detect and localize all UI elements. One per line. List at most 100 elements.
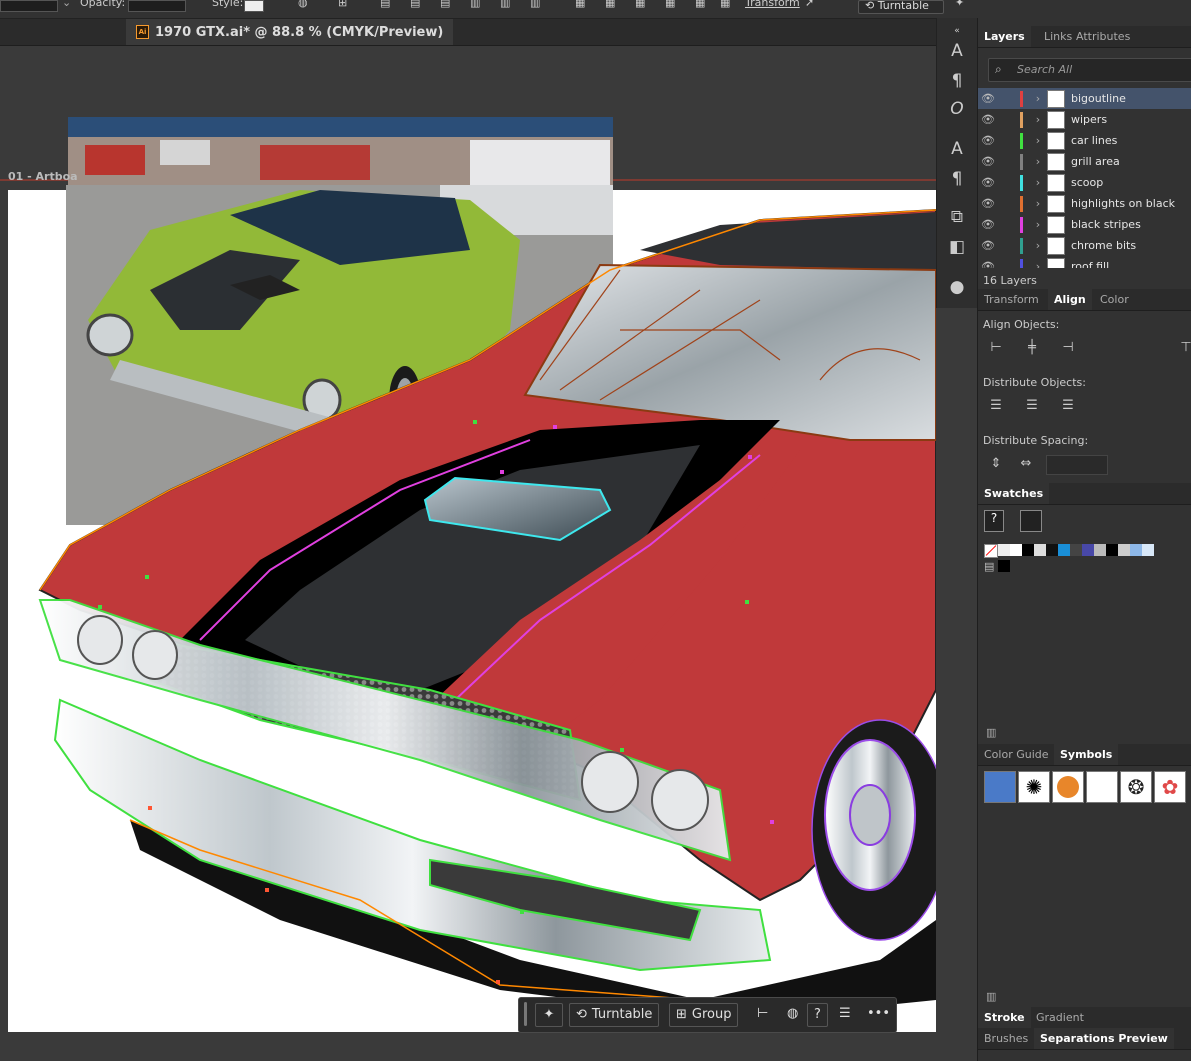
document-tab[interactable]: Ai 1970 GTX.ai* @ 88.8 % (CMYK/Preview) — [126, 19, 454, 45]
distribute-icon[interactable]: ▦ — [720, 0, 730, 9]
layer-row[interactable]: 👁 › roof fill — [978, 256, 1191, 268]
tab-stroke[interactable]: Stroke — [978, 1007, 1031, 1028]
align-left-icon[interactable]: ▤ — [380, 0, 390, 9]
swatch[interactable] — [1130, 544, 1142, 556]
layer-row[interactable]: 👁 › black stripes — [978, 214, 1191, 235]
visibility-eye-icon[interactable]: 👁 — [978, 239, 998, 252]
symbol-flower-icon[interactable]: ✿ — [1154, 771, 1186, 803]
style-swatch[interactable] — [244, 0, 264, 12]
character-styles-icon[interactable]: A — [945, 138, 969, 160]
expand-chevron-icon[interactable]: › — [1029, 113, 1047, 126]
folder-icon[interactable]: ▤ — [984, 560, 994, 573]
swatch[interactable] — [1118, 544, 1130, 556]
tab-align[interactable]: Align — [1048, 289, 1092, 310]
tab-brushes[interactable]: Brushes — [978, 1028, 1034, 1049]
visibility-eye-icon[interactable]: 👁 — [978, 176, 998, 189]
expand-chevron-icon[interactable]: › — [1029, 239, 1047, 252]
visibility-eye-icon[interactable]: 👁 — [978, 113, 998, 126]
align-right-icon[interactable]: ▤ — [440, 0, 450, 9]
layers-search[interactable]: ⌕ Search All — [988, 58, 1191, 82]
fill-stroke-icon[interactable]: ? — [984, 510, 1004, 532]
align-bottom-icon[interactable]: ▥ — [530, 0, 540, 9]
visibility-eye-icon[interactable]: 👁 — [978, 197, 998, 210]
align-icon[interactable]: ⊢ — [751, 1003, 774, 1025]
tab-color[interactable]: Color — [1094, 289, 1135, 310]
align-right-icon[interactable]: ⊣ — [1058, 338, 1078, 358]
swatch[interactable] — [1058, 544, 1070, 556]
expand-chevron-icon[interactable]: › — [1029, 218, 1047, 231]
paragraph-styles-icon[interactable]: ¶ — [945, 168, 969, 190]
align-left-icon[interactable]: ⊢ — [986, 338, 1006, 358]
help-button[interactable]: ? — [807, 1003, 828, 1027]
collapse-icon[interactable]: « — [945, 20, 969, 42]
symbol-libraries-icon[interactable]: ▥ — [986, 990, 996, 1003]
symbol-blue-banner-icon[interactable] — [984, 771, 1016, 803]
tab-swatches[interactable]: Swatches — [978, 483, 1050, 504]
swatch[interactable] — [1142, 544, 1154, 556]
visibility-eye-icon[interactable]: 👁 — [978, 92, 998, 105]
tab-separations-preview[interactable]: Separations Preview — [1034, 1028, 1174, 1049]
expand-chevron-icon[interactable]: › — [1029, 134, 1047, 147]
search-input[interactable]: Search All — [1017, 63, 1072, 76]
align-center-icon[interactable]: ▤ — [410, 0, 420, 9]
swatch[interactable] — [1034, 544, 1046, 556]
artwork[interactable] — [0, 46, 936, 1061]
opacity-input[interactable] — [128, 0, 186, 12]
layer-row[interactable]: 👁 › chrome bits — [978, 235, 1191, 256]
swatch[interactable] — [1106, 544, 1118, 556]
group-button[interactable]: ⊞ Group — [669, 1003, 739, 1027]
swatch[interactable] — [1070, 544, 1082, 556]
distribute-top-icon[interactable]: ☰ — [986, 396, 1006, 416]
recolor-icon[interactable]: ✦ — [535, 1003, 563, 1027]
distribute-bottom-icon[interactable]: ☰ — [1058, 396, 1078, 416]
swatch[interactable] — [1094, 544, 1106, 556]
paragraph-icon[interactable]: ¶ — [945, 70, 969, 92]
star-cursor-icon[interactable]: ✦ — [955, 0, 964, 9]
align-top-icon[interactable]: ⊤ — [1176, 338, 1191, 358]
align-hcenter-icon[interactable]: ╪ — [1022, 338, 1042, 358]
distribute-icon[interactable]: ▦ — [695, 0, 705, 9]
expand-chevron-icon[interactable]: › — [1029, 197, 1047, 210]
layer-row[interactable]: 👁 › car lines — [978, 130, 1191, 151]
distribute-icon[interactable]: ▦ — [605, 0, 615, 9]
distribute-icon[interactable]: ▦ — [635, 0, 645, 9]
expand-chevron-icon[interactable]: › — [1029, 176, 1047, 189]
swatch[interactable] — [1046, 544, 1058, 556]
swatch[interactable] — [1082, 544, 1094, 556]
distribute-vcenter-icon[interactable]: ☰ — [1022, 396, 1042, 416]
transparency-icon[interactable]: ◧ — [945, 236, 969, 258]
layer-row[interactable]: 👁 › grill area — [978, 151, 1191, 172]
globe-icon[interactable]: ◍ — [781, 1003, 804, 1025]
visibility-eye-icon[interactable]: 👁 — [978, 260, 998, 268]
tab-gradient[interactable]: Gradient — [1030, 1007, 1090, 1028]
character-icon[interactable]: A — [945, 40, 969, 62]
symbol-grunge-icon[interactable] — [1086, 771, 1118, 803]
symbol-splatter-icon[interactable]: ✺ — [1018, 771, 1050, 803]
layer-row[interactable]: 👁 › highlights on black — [978, 193, 1191, 214]
black-swatch[interactable] — [1022, 544, 1034, 556]
distribute-hspace-icon[interactable]: ⇔ — [1016, 454, 1036, 474]
opentype-icon[interactable]: O — [945, 98, 969, 120]
align-middle-icon[interactable]: ▥ — [500, 0, 510, 9]
expand-chevron-icon[interactable]: › — [1029, 155, 1047, 168]
canvas[interactable]: 01 - Artboa — [0, 46, 936, 1061]
more-button[interactable]: ••• — [861, 1003, 896, 1025]
expand-chevron-icon[interactable]: › — [1029, 260, 1047, 268]
pathfinder-icon[interactable]: ⧉ — [945, 206, 969, 228]
appearance-icon[interactable]: ● — [945, 276, 969, 298]
menu-icon[interactable]: ☰ — [833, 1003, 857, 1025]
tab-symbols[interactable]: Symbols — [1054, 744, 1119, 765]
visibility-eye-icon[interactable]: 👁 — [978, 134, 998, 147]
distribute-icon[interactable]: ▦ — [665, 0, 675, 9]
turntable-button[interactable]: ⟲ Turntable — [858, 0, 944, 14]
registration-swatch[interactable] — [998, 544, 1010, 556]
visibility-eye-icon[interactable]: 👁 — [978, 155, 998, 168]
artboard-label[interactable]: 01 - Artboa — [8, 170, 78, 183]
tab-attributes[interactable]: Attributes — [1070, 26, 1136, 47]
grid-icon[interactable]: ⊞ — [338, 0, 347, 9]
tab-layers[interactable]: Layers — [978, 26, 1031, 47]
spacing-input[interactable] — [1046, 455, 1108, 475]
cursor-icon[interactable]: ➚ — [805, 0, 814, 9]
fill-field[interactable] — [0, 0, 58, 12]
symbol-frame-icon[interactable]: ❂ — [1120, 771, 1152, 803]
